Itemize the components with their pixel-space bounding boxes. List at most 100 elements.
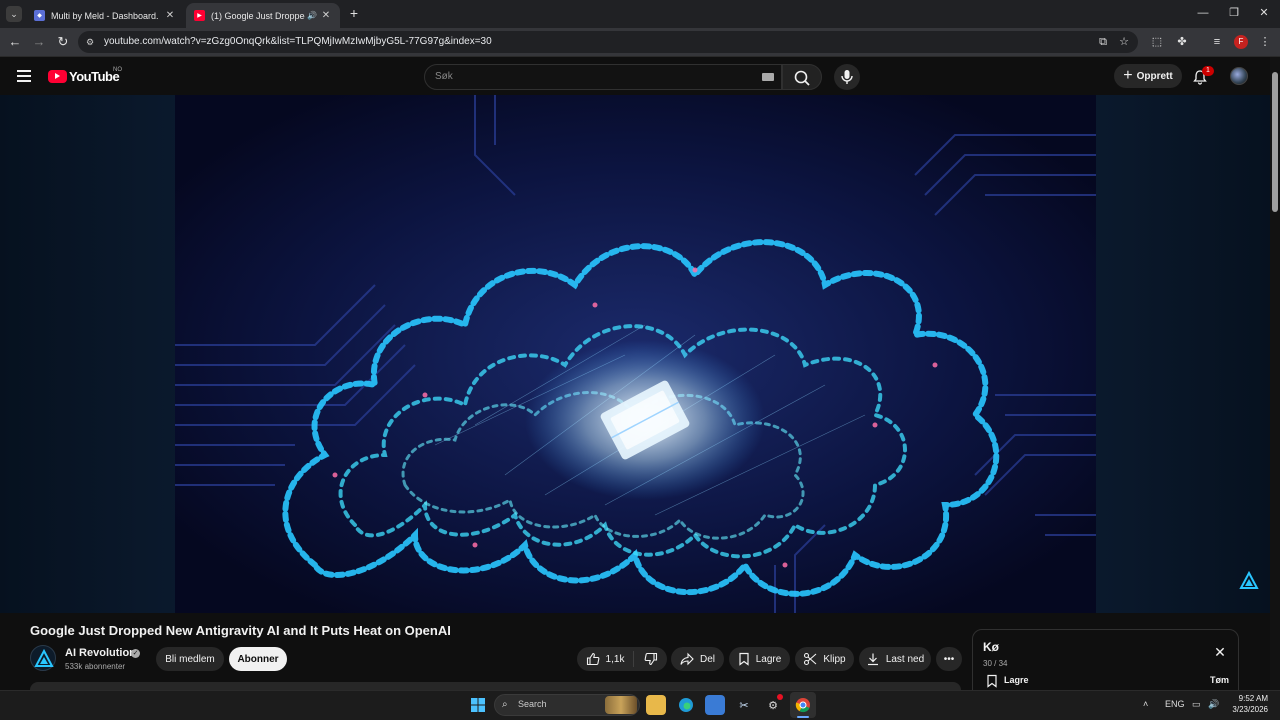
bookmark-icon [738, 652, 750, 666]
display-icon[interactable]: ▭ [1192, 699, 1201, 710]
system-clock[interactable]: 9:52 AM 3/23/2026 [1224, 693, 1268, 715]
minimize-icon[interactable]: — [1193, 5, 1213, 21]
store-app-icon[interactable] [705, 695, 725, 715]
youtube-logo[interactable]: YouTube [48, 68, 120, 84]
audio-playing-icon[interactable]: 🔊 [307, 11, 317, 20]
youtube-favicon-icon: ▶ [194, 10, 205, 21]
bookmark-star-icon[interactable]: ☆ [1117, 35, 1131, 49]
share-arrow-icon [680, 652, 694, 666]
app-badge-dot [777, 694, 783, 700]
extensions-puzzle-icon[interactable]: ✤ [1175, 35, 1189, 49]
keyboard-icon[interactable] [762, 73, 774, 81]
queue-clear-button[interactable]: Tøm [1210, 675, 1229, 685]
tray-overflow-icon[interactable]: ˄ [1143, 699, 1148, 709]
share-label: Del [699, 653, 715, 665]
clock-date: 3/23/2026 [1232, 705, 1268, 714]
save-button[interactable]: Lagre [729, 647, 790, 671]
forward-icon[interactable]: → [31, 34, 47, 50]
hamburger-menu-icon[interactable] [17, 70, 31, 82]
account-avatar[interactable] [1230, 67, 1248, 85]
browser-tab-meld[interactable]: ◆ Multi by Meld - Dashboard. ✕ [26, 3, 184, 28]
new-tab-button[interactable]: + [346, 5, 362, 21]
media-control-icon[interactable]: ≡ [1210, 35, 1224, 49]
ai-revolution-logo-icon [1239, 570, 1259, 589]
more-horizontal-icon: ••• [943, 653, 955, 665]
windows-taskbar [0, 690, 1280, 720]
extension-icon[interactable]: ⬚ [1150, 35, 1164, 49]
profile-avatar[interactable]: F [1234, 35, 1248, 49]
search-placeholder: Søk [435, 71, 453, 82]
subscribe-button[interactable]: Abonner [229, 647, 287, 671]
plus-icon: + [1123, 67, 1133, 84]
queue-save-button[interactable]: Lagre [1004, 675, 1029, 685]
file-explorer-icon[interactable] [646, 695, 666, 715]
site-info-icon[interactable]: ⚙ [84, 36, 96, 48]
restore-icon[interactable]: ❐ [1224, 5, 1244, 21]
install-app-icon[interactable]: ⧉ [1096, 35, 1110, 49]
meld-favicon-icon: ◆ [34, 10, 45, 21]
menu-kebab-icon[interactable]: ⋮ [1258, 35, 1272, 49]
browser-tab-bar: ⌄ ◆ Multi by Meld - Dashboard. ✕ ▶ (1) G… [0, 0, 1280, 28]
volume-icon[interactable]: 🔊 [1208, 699, 1219, 710]
more-actions-button[interactable]: ••• [936, 647, 962, 671]
queue-panel [972, 629, 1239, 699]
tab-search-button[interactable]: ⌄ [6, 6, 22, 22]
search-highlight-image [605, 696, 637, 714]
bookmark-icon[interactable] [986, 674, 998, 688]
youtube-wordmark: YouTube [69, 68, 120, 84]
thumbs-up-icon [586, 652, 600, 666]
microphone-icon [841, 70, 853, 84]
voice-search-button[interactable] [834, 64, 860, 90]
search-button[interactable] [782, 64, 822, 90]
reload-icon[interactable]: ↻ [55, 34, 71, 50]
channel-name[interactable]: AI Revolution [65, 647, 136, 659]
url-text[interactable]: youtube.com/watch?v=zGzg0OnqQrk&list=TLP… [104, 36, 492, 47]
close-window-icon[interactable]: ✕ [1254, 5, 1274, 21]
search-icon: ⌕ [502, 699, 508, 710]
windows-start-icon[interactable] [468, 695, 488, 715]
chrome-icon [793, 695, 813, 715]
channel-avatar[interactable] [30, 645, 56, 671]
like-button[interactable]: 1,1k [577, 647, 633, 671]
video-player[interactable] [175, 95, 1096, 613]
download-button[interactable]: Last ned [859, 647, 931, 671]
verified-check-icon: ✓ [131, 649, 140, 658]
search-input[interactable] [424, 64, 782, 90]
youtube-header: YouTube NO Søk + Opprett 1 [0, 57, 1280, 95]
youtube-play-icon [48, 69, 67, 83]
channel-watermark-icon[interactable] [1239, 570, 1259, 591]
ai-revolution-logo-icon [34, 648, 54, 667]
queue-title: Kø [983, 640, 999, 654]
close-tab-icon[interactable]: ✕ [164, 10, 176, 21]
dislike-button[interactable] [634, 647, 667, 671]
active-app-indicator [797, 716, 809, 718]
browser-tab-youtube[interactable]: ▶ (1) Google Just Dropped Ne 🔊 ✕ [186, 3, 340, 28]
create-button[interactable]: + Opprett [1114, 64, 1182, 88]
taskbar-search-label: Search [518, 699, 547, 709]
notification-badge: 1 [1202, 66, 1214, 76]
search-icon [794, 70, 810, 86]
language-indicator[interactable]: ENG [1165, 699, 1185, 709]
share-button[interactable]: Del [671, 647, 724, 671]
join-button[interactable]: Bli medlem [156, 647, 224, 671]
browser-toolbar: ← → ↻ ⚙ youtube.com/watch?v=zGzg0OnqQrk&… [0, 28, 1280, 57]
save-label: Lagre [755, 653, 782, 665]
edge-browser-icon[interactable] [676, 695, 696, 715]
video-frame-ai-chip-brain [175, 95, 1096, 613]
back-icon[interactable]: ← [7, 34, 23, 50]
tab-title: Multi by Meld - Dashboard. [51, 10, 159, 21]
country-code: NO [113, 67, 122, 73]
create-label: Opprett [1136, 70, 1173, 82]
clock-time: 9:52 AM [1238, 694, 1268, 703]
like-count: 1,1k [605, 653, 625, 665]
thumbs-down-icon [644, 652, 658, 666]
snipping-tool-icon[interactable]: ✂ [734, 695, 754, 715]
download-icon [866, 652, 880, 666]
video-title: Google Just Dropped New Antigravity AI a… [30, 623, 451, 638]
scrollbar-thumb[interactable] [1272, 72, 1278, 212]
close-tab-icon[interactable]: ✕ [320, 10, 332, 21]
scissors-icon [803, 652, 817, 666]
clip-button[interactable]: Klipp [795, 647, 854, 671]
tab-title: (1) Google Just Dropped Ne [211, 10, 305, 21]
close-queue-icon[interactable]: ✕ [1213, 645, 1227, 659]
